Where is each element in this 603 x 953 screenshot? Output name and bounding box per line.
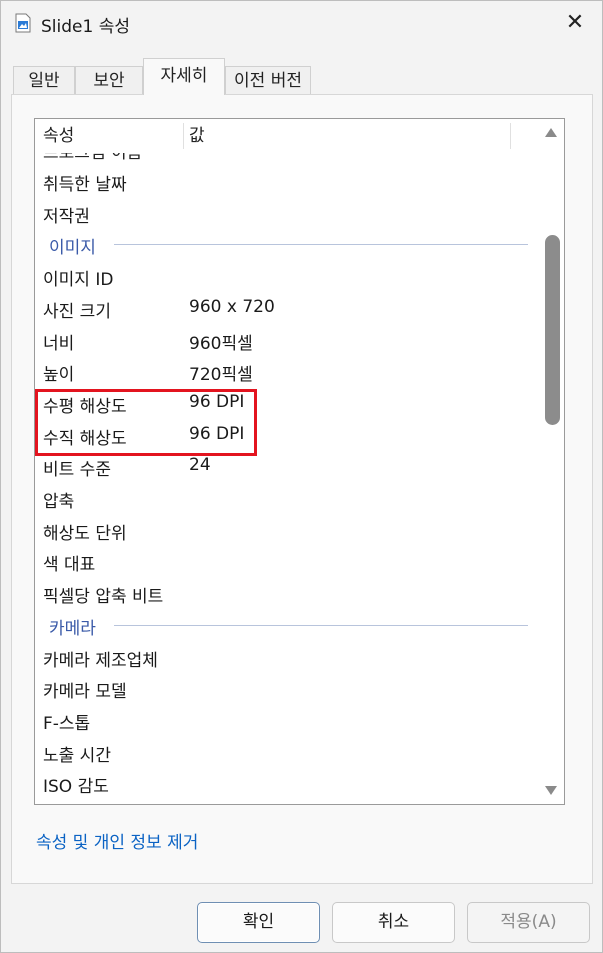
property-value: 24: [189, 455, 211, 476]
property-rows: 프로그램 이름 취득한 날짜저작권이미지이미지 ID 사진 크기 960 x 720…: [35, 153, 540, 804]
tab-details[interactable]: 자세히: [143, 58, 225, 95]
list-item-cut-off: 프로그램 이름: [43, 153, 143, 163]
property-row[interactable]: 취득한 날짜: [35, 166, 540, 198]
property-name: 너비: [43, 333, 75, 354]
property-row[interactable]: 이미지 ID: [35, 261, 540, 293]
column-header-value[interactable]: 값: [189, 119, 205, 153]
column-header-property[interactable]: 속성: [43, 119, 74, 153]
properties-dialog: Slide1 속성 ✕ 일반 보안 자세히 이전 버전 속성 값 프로그램 이름…: [0, 0, 603, 953]
property-name: 사진 크기: [43, 301, 111, 322]
property-name: 이미지 ID: [43, 270, 114, 291]
property-name: ISO 감도: [43, 777, 109, 798]
ok-button[interactable]: 확인: [197, 902, 320, 943]
property-name: F-스톱: [43, 713, 91, 734]
property-row[interactable]: F-스톱: [35, 705, 540, 737]
window-title: Slide1 속성: [41, 17, 130, 37]
group-divider-line: [114, 244, 528, 246]
image-file-icon: [15, 13, 31, 33]
property-name: 취득한 날짜: [43, 175, 127, 195]
property-row[interactable]: 픽셀당 압축 비트: [35, 578, 540, 610]
title-bar: Slide1 속성 ✕: [1, 1, 602, 47]
cancel-button[interactable]: 취소: [332, 902, 455, 943]
property-row[interactable]: 노출 시간: [35, 737, 540, 769]
property-row[interactable]: 비트 수준 24: [35, 451, 540, 483]
group-header[interactable]: 이미지: [35, 229, 540, 261]
scrollbar-thumb[interactable]: [545, 235, 560, 425]
property-row[interactable]: ISO 감도: [35, 768, 540, 800]
tab-previous-versions[interactable]: 이전 버전: [225, 66, 311, 94]
group-label: 카메라: [49, 618, 96, 639]
group-header[interactable]: 카메라: [35, 610, 540, 642]
property-value: 960픽셀: [189, 333, 253, 354]
property-name: 카메라 모델: [43, 682, 127, 703]
column-divider[interactable]: [183, 123, 184, 149]
column-divider[interactable]: [510, 123, 511, 149]
property-name: 높이: [43, 365, 75, 386]
property-name: 압축: [43, 492, 75, 512]
resolution-highlight-box: [35, 389, 257, 456]
property-name: 픽셀당 압축 비트: [43, 587, 164, 608]
scroll-up-arrow-icon[interactable]: [545, 128, 557, 137]
property-value: 720픽셀: [189, 365, 253, 386]
tab-general[interactable]: 일반: [13, 66, 75, 94]
tab-security[interactable]: 보안: [75, 66, 143, 94]
property-name: 저작권: [43, 206, 90, 227]
group-label: 이미지: [49, 238, 96, 259]
property-name: 노출 시간: [43, 745, 111, 766]
property-row[interactable]: 사진 크기 960 x 720: [35, 293, 540, 325]
property-row[interactable]: 너비 960픽셀: [35, 325, 540, 357]
property-name: 카메라 제조업체: [43, 650, 158, 671]
scroll-down-arrow-icon[interactable]: [545, 786, 557, 795]
property-row[interactable]: 카메라 모델: [35, 673, 540, 705]
property-row[interactable]: 높이 720픽셀: [35, 356, 540, 388]
property-name: 색 대표: [43, 555, 96, 576]
property-value: 960 x 720: [189, 296, 275, 317]
property-row[interactable]: 저작권: [35, 198, 540, 230]
group-divider-line: [114, 624, 528, 626]
remove-properties-link[interactable]: 속성 및 개인 정보 제거: [36, 828, 198, 853]
property-list[interactable]: 속성 값 프로그램 이름 취득한 날짜저작권이미지이미지 ID 사진 크기 960 …: [34, 118, 565, 805]
property-name: 해상도 단위: [43, 523, 127, 544]
apply-button[interactable]: 적용(A): [467, 902, 590, 943]
property-row[interactable]: 색 대표: [35, 546, 540, 578]
property-row[interactable]: 압축: [35, 483, 540, 515]
property-name: 비트 수준: [43, 460, 111, 481]
vertical-scrollbar[interactable]: [539, 119, 564, 804]
property-row[interactable]: 해상도 단위: [35, 515, 540, 547]
close-icon[interactable]: ✕: [562, 10, 588, 36]
property-row[interactable]: 카메라 제조업체: [35, 642, 540, 674]
